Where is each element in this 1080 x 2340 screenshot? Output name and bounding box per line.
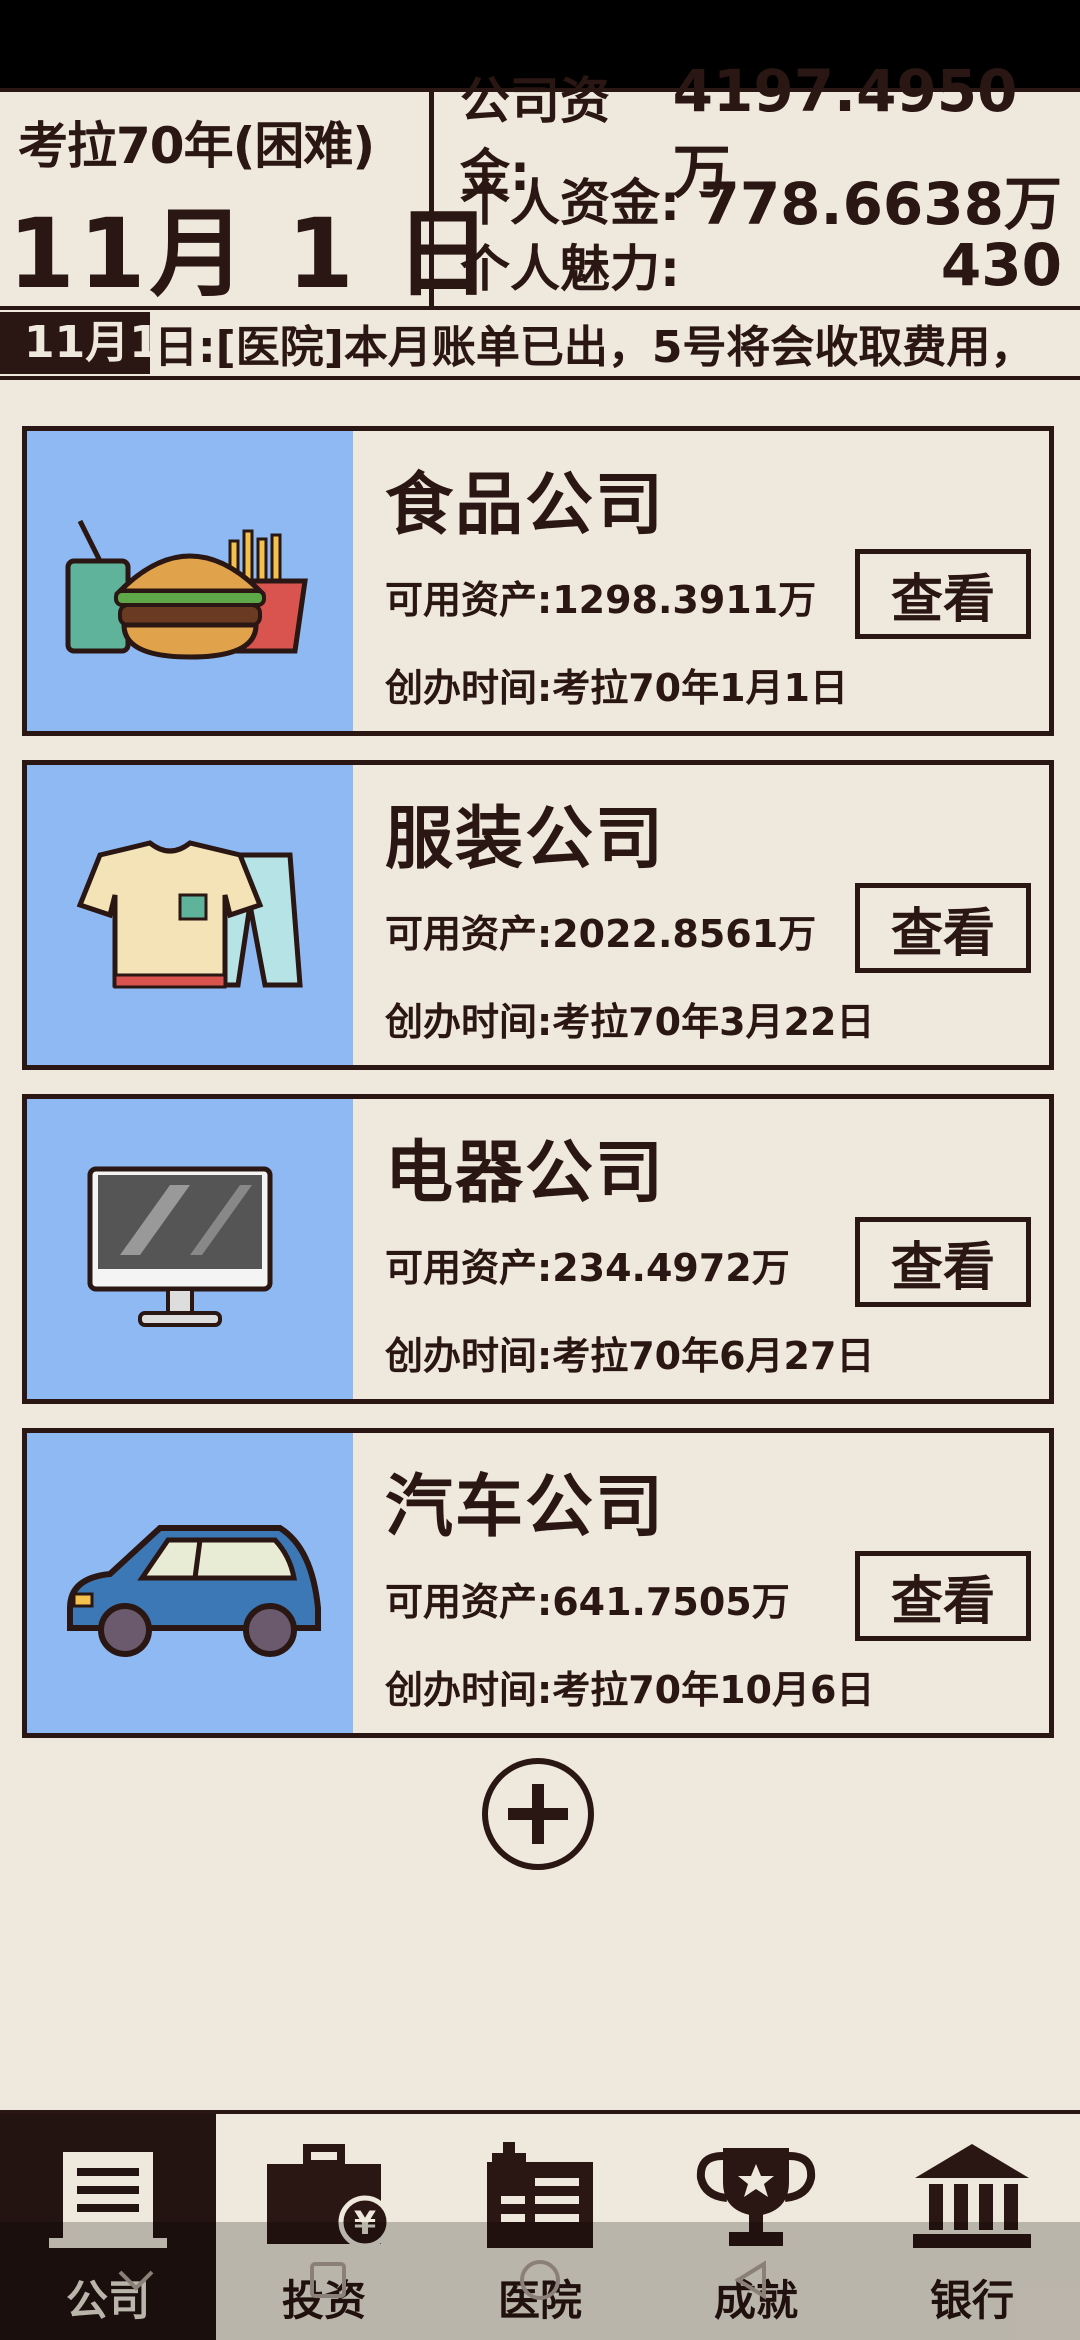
company-assets: 可用资产:2022.8561万 <box>385 912 817 956</box>
company-image <box>27 765 353 1065</box>
charisma-row: 个人魅力: 430 <box>460 231 1062 299</box>
shirt-pants-icon <box>76 840 303 989</box>
company-assets: 可用资产:1298.3911万 <box>385 578 817 622</box>
view-clothing-company-button[interactable]: 查看 <box>855 883 1031 973</box>
personal-funds-row: 个人资金: 778.6638万 <box>460 166 1062 238</box>
company-name: 服装公司 <box>385 800 666 879</box>
company-info: 电器公司 可用资产:234.4972万 创办时间:考拉70年6月27日 查看 <box>353 1099 1049 1399</box>
header-panel: 考拉70年(困难) 11月 1 日 公司资金: 4197.4950万 个人资金:… <box>0 57 1080 310</box>
ticker-date: 11月1日 <box>0 312 150 374</box>
company-info: 服装公司 可用资产:2022.8561万 创办时间:考拉70年3月22日 查看 <box>353 765 1049 1065</box>
company-name: 食品公司 <box>385 466 666 545</box>
company-assets: 可用资产:641.7505万 <box>385 1580 790 1624</box>
company-card-food: 食品公司 可用资产:1298.3911万 创办时间:考拉70年1月1日 查看 <box>22 426 1054 736</box>
system-navigation-bar <box>0 2222 1080 2340</box>
company-image <box>27 431 353 731</box>
company-founded-date: 创办时间:考拉70年3月22日 <box>385 1000 875 1044</box>
company-card-electronics: 电器公司 可用资产:234.4972万 创办时间:考拉70年6月27日 查看 <box>22 1094 1054 1404</box>
view-automobile-company-button[interactable]: 查看 <box>855 1551 1031 1641</box>
car-icon <box>67 1525 321 1657</box>
view-food-company-button[interactable]: 查看 <box>855 549 1031 639</box>
burger-fries-icon <box>65 519 308 660</box>
funds-panel: 公司资金: 4197.4950万 个人资金: 778.6638万 个人魅力: 4… <box>434 57 1080 306</box>
charisma-value: 430 <box>940 231 1062 299</box>
ticker-message: 日:[医院]本月账单已出，5号将会收取费用， <box>154 322 1035 373</box>
computer-monitor-icon <box>87 1166 273 1327</box>
home-icon[interactable] <box>518 2258 562 2302</box>
view-electronics-company-button[interactable]: 查看 <box>855 1217 1031 1307</box>
company-image <box>27 1433 353 1733</box>
company-founded-date: 创办时间:考拉70年10月6日 <box>385 1668 875 1712</box>
company-card-clothing: 服装公司 可用资产:2022.8561万 创办时间:考拉70年3月22日 查看 <box>22 760 1054 1070</box>
company-info: 汽车公司 可用资产:641.7505万 创办时间:考拉70年10月6日 查看 <box>353 1433 1049 1733</box>
company-founded-date: 创办时间:考拉70年6月27日 <box>385 1334 875 1378</box>
news-ticker: 11月1日 日:[医院]本月账单已出，5号将会收取费用， <box>0 310 1080 380</box>
company-info: 食品公司 可用资产:1298.3911万 创办时间:考拉70年1月1日 查看 <box>353 431 1049 731</box>
back-icon[interactable] <box>730 2258 774 2302</box>
company-image <box>27 1099 353 1399</box>
company-assets: 可用资产:234.4972万 <box>385 1246 790 1290</box>
recents-icon[interactable] <box>306 2258 350 2302</box>
company-name: 电器公司 <box>385 1134 666 1213</box>
company-founded-date: 创办时间:考拉70年1月1日 <box>385 666 848 710</box>
personal-funds-value: 778.6638万 <box>699 170 1062 238</box>
year-mode-label: 考拉70年(困难) <box>18 117 375 175</box>
menu-icon[interactable] <box>114 2258 158 2302</box>
add-company-button[interactable] <box>482 1758 594 1870</box>
company-card-automobile: 汽车公司 可用资产:641.7505万 创办时间:考拉70年10月6日 查看 <box>22 1428 1054 1738</box>
company-name: 汽车公司 <box>385 1468 666 1547</box>
current-date: 11月 1 日 <box>8 198 496 310</box>
date-panel: 考拉70年(困难) 11月 1 日 <box>0 92 491 310</box>
